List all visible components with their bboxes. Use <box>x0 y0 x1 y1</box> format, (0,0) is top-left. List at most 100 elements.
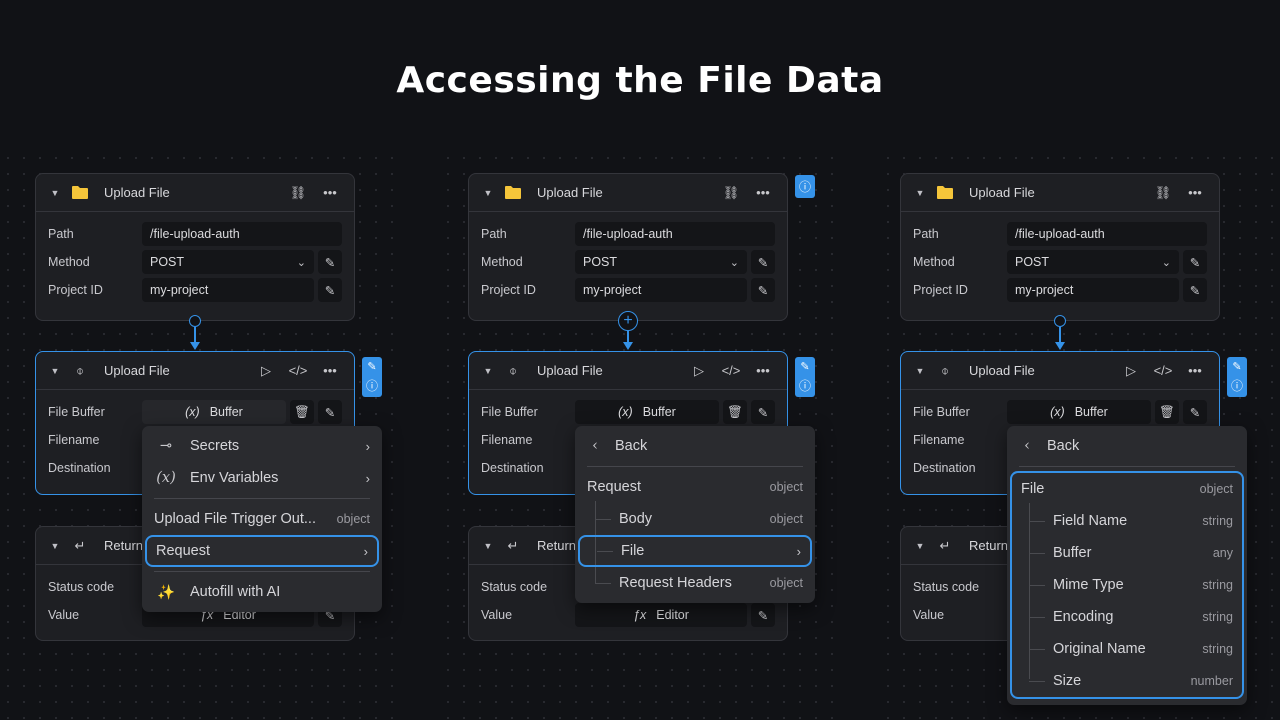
edit-button[interactable]: ✎ <box>1183 250 1207 274</box>
tree-item-field-name[interactable]: Field Name string <box>1012 505 1242 537</box>
menu-label: Env Variables <box>190 470 279 486</box>
edit-button[interactable]: ✎ <box>751 400 775 424</box>
file-buffer-input[interactable]: (x) Buffer <box>1007 400 1151 424</box>
chevron-right-icon: › <box>363 543 368 559</box>
link-icon[interactable]: ⛓ <box>1149 181 1177 205</box>
path-input[interactable]: /file-upload-auth <box>1007 222 1207 246</box>
field-label: Project ID <box>913 283 968 297</box>
field-label: Status code <box>481 580 548 594</box>
connector-handle[interactable] <box>189 315 201 327</box>
back-button[interactable]: ‹ Back <box>575 430 815 462</box>
tree-item-original-name[interactable]: Original Name string <box>1012 633 1242 665</box>
trigger-node[interactable]: ▼ Upload File ⛓ ••• Path/file-upload-aut… <box>900 173 1220 321</box>
menu-item-request[interactable]: Request › <box>145 535 379 567</box>
collapse-caret-icon[interactable]: ▼ <box>48 366 62 376</box>
info-icon[interactable]: ⓘ <box>1231 377 1243 394</box>
plus-icon: + <box>623 312 633 329</box>
tree-item-file[interactable]: File › <box>578 535 812 567</box>
tree-item-buffer[interactable]: Buffer any <box>1012 537 1242 569</box>
info-icon[interactable]: ⓘ <box>799 178 811 195</box>
edit-button[interactable]: ✎ <box>751 278 775 302</box>
menu-label: Encoding <box>1053 609 1114 625</box>
method-select[interactable]: POST ⌄ <box>142 250 314 274</box>
file-buffer-input[interactable]: (x) Buffer <box>575 400 719 424</box>
info-icon[interactable]: ⓘ <box>366 377 378 394</box>
method-select[interactable]: POST ⌄ <box>1007 250 1179 274</box>
magic-wand-icon[interactable]: ✎ <box>367 360 376 373</box>
collapse-caret-icon[interactable]: ▼ <box>481 188 495 198</box>
connector-arrow-icon <box>623 342 633 350</box>
add-step-button[interactable]: + <box>618 311 638 331</box>
file-buffer-input[interactable]: (x) Buffer <box>142 400 286 424</box>
code-icon[interactable]: </> <box>1149 359 1177 383</box>
menu-item-autofill-ai[interactable]: ✨ Autofill with AI <box>142 576 382 608</box>
project-id-input[interactable]: my-project <box>1007 278 1179 302</box>
link-icon[interactable]: ⛓ <box>284 181 312 205</box>
menu-label: Back <box>1047 438 1080 454</box>
tree-parent-request[interactable]: Request object <box>575 471 815 503</box>
play-icon[interactable]: ▷ <box>685 359 713 383</box>
chevron-left-icon: ‹ <box>1024 438 1030 454</box>
link-icon[interactable]: ⛓ <box>717 181 745 205</box>
edit-button[interactable]: ✎ <box>751 603 775 627</box>
collapse-caret-icon[interactable]: ▼ <box>913 188 927 198</box>
page-title: Accessing the File Data <box>396 60 884 101</box>
delete-button[interactable]: 🗑 <box>1155 400 1179 424</box>
path-input[interactable]: /file-upload-auth <box>575 222 775 246</box>
menu-item-env-variables[interactable]: (x) Env Variables › <box>142 462 382 494</box>
menu-label: File <box>621 543 645 559</box>
collapse-caret-icon[interactable]: ▼ <box>913 541 927 551</box>
tree-item-encoding[interactable]: Encoding string <box>1012 601 1242 633</box>
trigger-node[interactable]: ▼ Upload File ⛓ ••• Path/file-upload-aut… <box>35 173 355 321</box>
tree-item-size[interactable]: Size number <box>1012 665 1242 697</box>
back-button[interactable]: ‹ Back <box>1007 430 1247 462</box>
collapse-caret-icon[interactable]: ▼ <box>481 541 495 551</box>
divider <box>1019 466 1235 467</box>
collapse-caret-icon[interactable]: ▼ <box>48 188 62 198</box>
magic-wand-icon[interactable]: ✎ <box>1232 360 1241 373</box>
tree-parent-file[interactable]: File object <box>1012 473 1242 505</box>
pencil-icon: ✎ <box>1189 283 1201 298</box>
info-icon[interactable]: ⓘ <box>799 377 811 394</box>
edit-button[interactable]: ✎ <box>1183 278 1207 302</box>
value-editor[interactable]: ƒx Editor <box>575 603 747 627</box>
field-label: Status code <box>48 580 115 594</box>
connector-handle[interactable] <box>1054 315 1066 327</box>
code-icon[interactable]: </> <box>284 359 312 383</box>
more-icon[interactable]: ••• <box>316 359 344 383</box>
edit-button[interactable]: ✎ <box>751 250 775 274</box>
edit-button[interactable]: ✎ <box>318 278 342 302</box>
menu-item-trigger-output[interactable]: Upload File Trigger Out... object <box>142 503 382 535</box>
delete-button[interactable]: 🗑 <box>723 400 747 424</box>
delete-button[interactable]: 🗑 <box>290 400 314 424</box>
tree-item-body[interactable]: Body object <box>575 503 815 535</box>
tree-line <box>1029 553 1045 554</box>
menu-item-secrets[interactable]: ⊸ Secrets › <box>142 430 382 462</box>
pencil-icon: ✎ <box>324 405 336 420</box>
collapse-caret-icon[interactable]: ▼ <box>913 366 927 376</box>
magic-wand-icon[interactable]: ✎ <box>800 360 809 373</box>
more-icon[interactable]: ••• <box>316 181 344 205</box>
more-icon[interactable]: ••• <box>749 181 777 205</box>
path-input[interactable]: /file-upload-auth <box>142 222 342 246</box>
commit-node-icon: ⌽ <box>941 362 949 378</box>
edit-button[interactable]: ✎ <box>1183 400 1207 424</box>
collapse-caret-icon[interactable]: ▼ <box>481 366 495 376</box>
project-id-input[interactable]: my-project <box>142 278 314 302</box>
method-select[interactable]: POST ⌄ <box>575 250 747 274</box>
project-id-input[interactable]: my-project <box>575 278 747 302</box>
code-icon[interactable]: </> <box>717 359 745 383</box>
edit-button[interactable]: ✎ <box>318 250 342 274</box>
more-icon[interactable]: ••• <box>1181 181 1209 205</box>
field-label: Method <box>48 255 90 269</box>
more-icon[interactable]: ••• <box>1181 359 1209 383</box>
tree-item-mime-type[interactable]: Mime Type string <box>1012 569 1242 601</box>
more-icon[interactable]: ••• <box>749 359 777 383</box>
tree-item-request-headers[interactable]: Request Headers object <box>575 567 815 599</box>
collapse-caret-icon[interactable]: ▼ <box>48 541 62 551</box>
trigger-node[interactable]: ▼ Upload File ⛓ ••• Path/file-upload-aut… <box>468 173 788 321</box>
play-icon[interactable]: ▷ <box>1117 359 1145 383</box>
field-label: Destination <box>481 461 544 475</box>
edit-button[interactable]: ✎ <box>318 400 342 424</box>
play-icon[interactable]: ▷ <box>252 359 280 383</box>
